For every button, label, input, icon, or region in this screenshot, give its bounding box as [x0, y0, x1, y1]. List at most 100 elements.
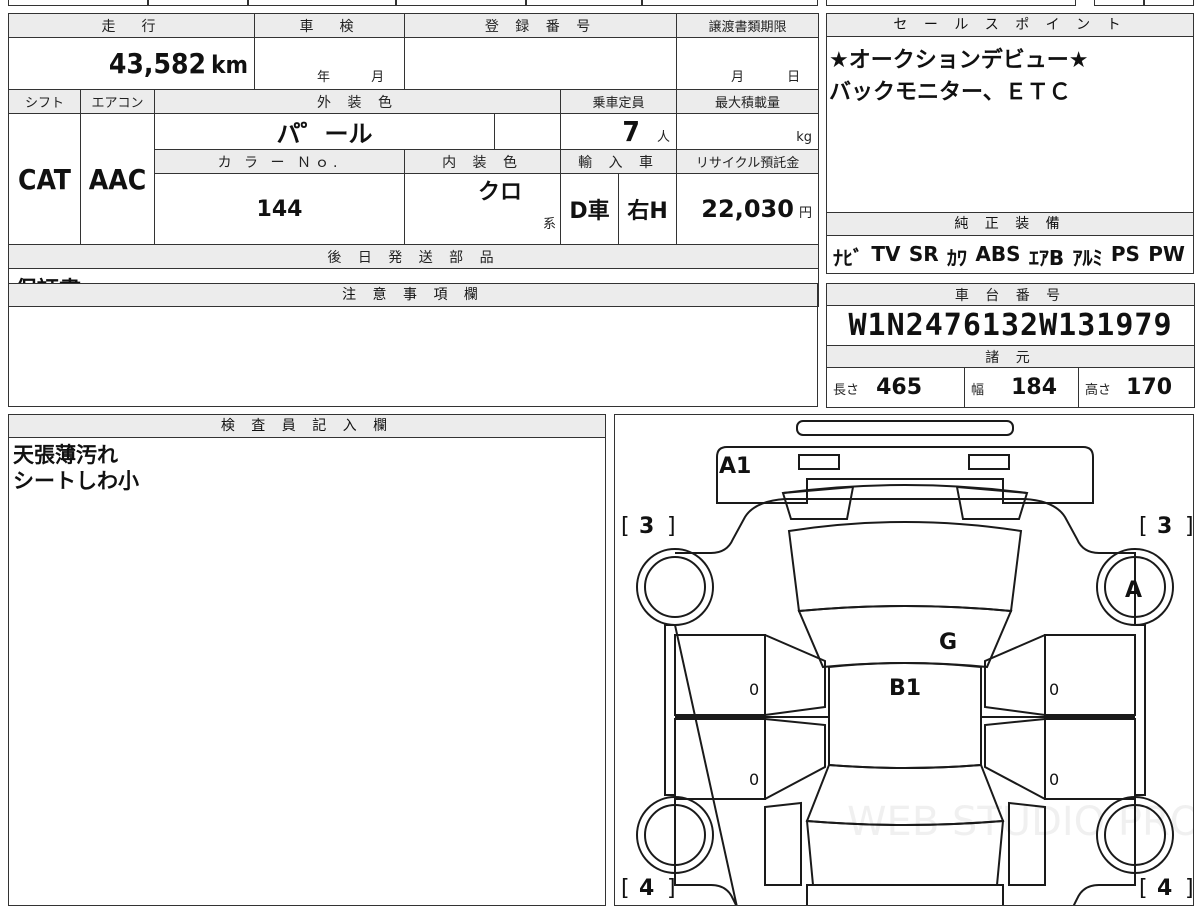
tire-rear-left-value: 4	[639, 876, 654, 901]
equipment-item-ps: PS	[1110, 242, 1140, 266]
sales-point-box: セ ー ル ス ポ イ ン ト ★オークションデビュー★ バックモニター、ＥＴＣ	[826, 13, 1194, 213]
height-label: 高さ	[1085, 383, 1112, 398]
tire-front-left-value: 3	[639, 514, 654, 539]
equipment-box: 純 正 装 備 ﾅﾋﾞ TV SR ｶﾜ ABS ｴｱB ｱﾙﾐ PS PW	[826, 212, 1194, 274]
top-strip-cell-6	[642, 0, 818, 6]
exterior-color-value: パ゜ール	[153, 113, 496, 150]
right-front-fender-shape	[984, 634, 1046, 716]
inspector-line-1: 天張薄汚れ	[13, 443, 118, 467]
top-strip-cell-7	[826, 0, 1076, 6]
capacity-unit: 人	[657, 130, 671, 145]
left-rear-fender-shape	[764, 718, 826, 800]
equipment-item-alloy: ｱﾙﾐ	[1072, 246, 1103, 270]
damage-label-b1: B1	[889, 676, 921, 701]
inspection-month-label: 月	[371, 70, 385, 85]
top-strip-cell-2	[148, 0, 248, 6]
interior-color-cell: クロ 系	[404, 173, 562, 245]
tire-front-right-value: 3	[1157, 514, 1172, 539]
mileage-header: 走 行	[7, 13, 256, 38]
equipment-item-navi: ﾅﾋﾞ	[833, 246, 863, 270]
right-rear-fender-shape	[984, 718, 1046, 800]
watermark-text: WEB STUDIO PRO	[847, 799, 1194, 845]
tire-rear-right-value: 4	[1157, 876, 1172, 901]
recycle-fee-unit: 円	[799, 206, 813, 221]
wheel-front-left-inner	[644, 556, 706, 618]
bracket-rear-right: [	[1139, 876, 1148, 901]
windshield-shape	[797, 605, 1013, 669]
color-no-header: カ ラ ー Ｎｏ.	[153, 149, 406, 174]
front-light-right-shape	[968, 454, 1010, 470]
left-front-door-shape	[674, 634, 766, 716]
bracket-rear-left: [	[621, 876, 630, 901]
max-load-cell: kg	[676, 113, 820, 150]
inspector-line-2: シートしわ小	[13, 469, 139, 493]
shift-value: CAT	[8, 113, 81, 245]
later-parts-header: 後 日 発 送 部 品	[7, 244, 820, 269]
bracket-front-left: [	[621, 514, 630, 539]
shift-header: シフト	[8, 89, 81, 114]
max-load-header: 最大積載量	[676, 89, 820, 114]
deadline-day-label: 日	[787, 70, 801, 85]
inspector-header: 検 査 員 記 入 欄	[9, 415, 605, 438]
top-strip-cell-8	[1094, 0, 1144, 6]
damage-label-g: G	[939, 630, 957, 655]
mileage-value: 43,582	[108, 47, 207, 80]
door-mark-right-rear: 0	[1049, 770, 1059, 789]
car-diagram-box: [ ] [ ] [ ] [ ] 3 3 4 4 A1 G B1 A 0 0 0 …	[614, 414, 1194, 906]
deadline-month-label: 月	[731, 70, 745, 85]
capacity-cell: 7 人	[560, 113, 678, 150]
capacity-value: 7	[622, 115, 640, 148]
mileage-cell: 43,582 km	[7, 37, 256, 90]
bracket-rear-left-close: ]	[667, 876, 676, 901]
top-rail-shape	[796, 420, 1014, 436]
chassis-table: 車 台 番 号 W1N2476132W131979 諸 元 長さ 465 幅 1…	[826, 283, 1195, 408]
equipment-item-abs: ABS	[975, 242, 1021, 266]
door-mark-right-front: 0	[1049, 680, 1059, 699]
width-value: 184	[1011, 375, 1058, 400]
inspection-header: 車 検	[254, 13, 406, 38]
registration-header: 登 録 番 号	[404, 13, 678, 38]
import-header: 輸 入 車	[560, 149, 678, 174]
recycle-fee-value: 22,030	[701, 195, 794, 223]
notes-header: 注 意 事 項 欄	[9, 284, 817, 307]
import-type-value: D車	[560, 173, 620, 245]
left-front-fender-shape	[764, 634, 826, 716]
equipment-item-tv: TV	[871, 242, 901, 266]
grille-shape	[782, 484, 1028, 494]
chassis-header: 車 台 番 号	[826, 283, 1195, 306]
exterior-color-spare	[494, 113, 562, 150]
height-value: 170	[1126, 375, 1173, 400]
equipment-item-airbag: ｴｱB	[1028, 246, 1065, 270]
notes-box: 注 意 事 項 欄	[8, 283, 818, 407]
damage-label-a1: A1	[719, 454, 751, 479]
equipment-item-pw: PW	[1148, 242, 1185, 266]
bracket-front-left-close: ]	[667, 514, 676, 539]
top-strip-cell-1	[8, 0, 148, 6]
front-bumper-shape	[716, 446, 1094, 504]
top-strip-cell-5	[526, 0, 642, 6]
rear-bumper-shape	[806, 884, 1004, 905]
top-strip-cell-9	[1144, 0, 1194, 6]
equipment-list: ﾅﾋﾞ TV SR ｶﾜ ABS ｴｱB ｱﾙﾐ PS PW	[827, 236, 1193, 271]
bracket-front-right: [	[1139, 514, 1148, 539]
front-light-left-shape	[798, 454, 840, 470]
equipment-header: 純 正 装 備	[827, 213, 1193, 236]
inspector-box: 検 査 員 記 入 欄 天張薄汚れ シートしわ小	[8, 414, 606, 906]
length-cell: 長さ 465	[826, 367, 965, 408]
wheel-front-left-outer	[636, 548, 714, 626]
equipment-item-sr: SR	[908, 242, 939, 266]
chassis-vin: W1N2476132W131979	[826, 305, 1195, 346]
color-no-value: 144	[153, 173, 406, 245]
registration-cell	[404, 37, 678, 90]
sales-point-header: セ ー ル ス ポ イ ン ト	[827, 14, 1193, 37]
sales-point-line-2: バックモニター、ＥＴＣ	[829, 80, 1071, 105]
handle-side-value: 右H	[618, 173, 678, 245]
rear-quarter-left-shape	[764, 801, 802, 886]
door-mark-left-rear: 0	[749, 770, 759, 789]
width-cell: 幅 184	[964, 367, 1079, 408]
equipment-item-leather: ｶﾜ	[947, 246, 968, 270]
interior-color-suffix: 系	[543, 217, 557, 232]
top-strip-cell-3	[248, 0, 396, 6]
top-strip-cell-4	[396, 0, 526, 6]
door-mark-left-front: 0	[749, 680, 759, 699]
